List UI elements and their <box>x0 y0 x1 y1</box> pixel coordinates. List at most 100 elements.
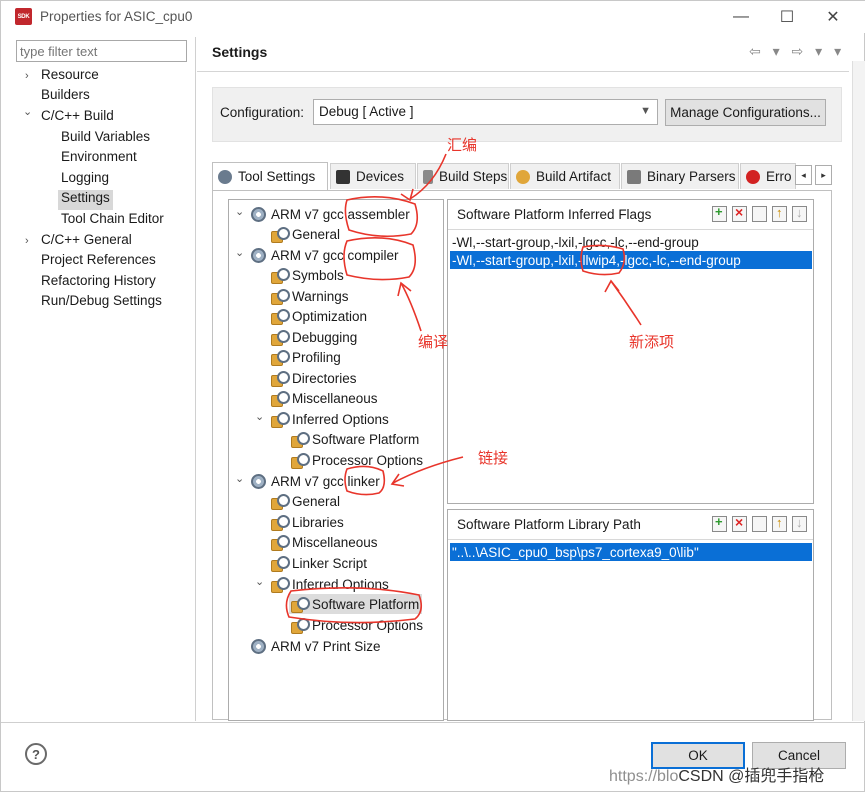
delete-icon[interactable] <box>732 204 747 222</box>
list-item-selected[interactable]: "..\..\ASIC_cpu0_bsp\ps7_cortexa9_0\lib" <box>450 543 812 561</box>
tree-item-compiler[interactable]: ARM v7 gcc compiler <box>251 245 399 265</box>
edit-icon[interactable] <box>752 206 767 222</box>
tree-item-label: Linker Script <box>292 555 368 571</box>
tree-item-refactoring-history[interactable]: Refactoring History <box>41 273 156 293</box>
tree-item-label: Symbols <box>292 267 344 283</box>
tree-item-inferred-options[interactable]: Inferred Options <box>271 409 389 429</box>
minimize-button[interactable]: — <box>730 6 752 28</box>
tree-item-label: Inferred Options <box>292 576 389 592</box>
tree-item-linker-processor-options[interactable]: Processor Options <box>291 615 423 635</box>
option-gear-icon <box>271 493 290 510</box>
chevron-down-icon[interactable]: ⌄ <box>235 205 244 218</box>
help-icon[interactable]: ? <box>25 743 47 765</box>
tree-item-profiling[interactable]: Profiling <box>271 347 341 367</box>
tab-binary-parsers[interactable]: Binary Parsers <box>621 163 739 189</box>
option-gear-icon <box>271 555 290 572</box>
tree-item-tool-chain-editor[interactable]: Tool Chain Editor <box>61 211 164 231</box>
chevron-down-icon[interactable]: ⌄ <box>255 410 264 423</box>
tree-item-cpp-build[interactable]: C/C++ Build <box>41 108 114 128</box>
tab-bar: Tool Settings Devices Build Steps Build … <box>212 162 832 191</box>
chevron-down-icon[interactable]: ⌄ <box>235 246 244 259</box>
tree-item-settings[interactable]: Settings <box>58 190 113 210</box>
option-gear-icon <box>271 390 290 407</box>
tree-item-resource[interactable]: Resource <box>41 67 99 87</box>
properties-dialog: SDK Properties for ASIC_cpu0 — ☐ ✕ › Res… <box>0 0 865 792</box>
tree-item-warnings[interactable]: Warnings <box>271 286 349 306</box>
list-item-selected[interactable]: -Wl,--start-group,-lxil,-llwip4,-lgcc,-l… <box>450 251 812 269</box>
list-item[interactable]: -Wl,--start-group,-lxil,-lgcc,-lc,--end-… <box>450 233 699 251</box>
tree-item-label: Processor Options <box>312 617 424 633</box>
tree-item-label: Debugging <box>292 329 358 345</box>
tree-item-linker-script[interactable]: Linker Script <box>271 553 367 573</box>
tab-build-artifact[interactable]: Build Artifact <box>510 163 620 189</box>
tree-item-environment[interactable]: Environment <box>61 149 137 169</box>
history-navigation-icons[interactable]: ⇦ ▾ ⇨ ▾ ▾ <box>749 43 845 60</box>
move-up-icon[interactable] <box>772 205 787 222</box>
close-button[interactable]: ✕ <box>822 6 844 28</box>
tree-item-cpp-general[interactable]: C/C++ General <box>41 232 132 252</box>
tab-label: Erro <box>766 169 792 184</box>
move-up-icon[interactable] <box>772 515 787 532</box>
chevron-right-icon[interactable]: › <box>25 70 29 82</box>
tree-item-linker-general[interactable]: General <box>271 491 340 511</box>
tree-item-label: ARM v7 gcc compiler <box>271 247 399 263</box>
tree-item-build-variables[interactable]: Build Variables <box>61 129 150 149</box>
tree-item-linker-software-platform[interactable]: Software Platform <box>289 594 423 614</box>
add-icon[interactable] <box>712 204 727 222</box>
tree-item-logging[interactable]: Logging <box>61 170 109 190</box>
tab-devices[interactable]: Devices <box>330 163 416 189</box>
tab-build-steps[interactable]: Build Steps <box>417 163 509 189</box>
tree-item-miscellaneous[interactable]: Miscellaneous <box>271 388 378 408</box>
tree-item-linker[interactable]: ARM v7 gcc linker <box>251 471 380 491</box>
option-gear-icon <box>291 452 310 469</box>
tree-item-debugging[interactable]: Debugging <box>271 327 357 347</box>
tree-item-project-references[interactable]: Project References <box>41 252 156 272</box>
tool-gear-icon <box>251 206 266 222</box>
tree-item-label: ARM v7 Print Size <box>271 638 381 654</box>
tree-item-processor-options[interactable]: Processor Options <box>291 450 423 470</box>
tree-item-label: Processor Options <box>312 452 424 468</box>
tab-tool-settings[interactable]: Tool Settings <box>212 162 328 190</box>
option-gear-icon <box>271 349 290 366</box>
move-down-icon[interactable] <box>792 515 807 532</box>
tree-item-directories[interactable]: Directories <box>271 368 357 388</box>
tab-scroll-right-button[interactable]: ▸ <box>815 165 832 185</box>
tree-item-label: Libraries <box>292 514 344 530</box>
configuration-select[interactable]: Debug [ Active ] ▼ <box>313 99 658 125</box>
edit-icon[interactable] <box>752 516 767 532</box>
tab-error-parsers[interactable]: Erro <box>740 163 796 189</box>
manage-configurations-button[interactable]: Manage Configurations... <box>665 99 826 126</box>
tab-scroll-left-button[interactable]: ◂ <box>795 165 812 185</box>
add-icon[interactable] <box>712 514 727 532</box>
tree-item-run-debug-settings[interactable]: Run/Debug Settings <box>41 293 162 313</box>
tree-item-label: Warnings <box>292 288 349 304</box>
list-toolbar <box>712 514 807 532</box>
option-gear-icon <box>291 596 310 613</box>
annotation-new-item: 新添项 <box>629 333 675 351</box>
tree-item-linker-miscellaneous[interactable]: Miscellaneous <box>271 532 378 552</box>
tree-item-linker-inferred-options[interactable]: Inferred Options <box>271 574 389 594</box>
chevron-down-icon[interactable]: ⌄ <box>255 575 264 588</box>
sash-divider[interactable] <box>195 37 196 721</box>
tree-item-print-size[interactable]: ARM v7 Print Size <box>251 636 381 656</box>
tree-item-software-platform[interactable]: Software Platform <box>291 429 419 449</box>
delete-icon[interactable] <box>732 514 747 532</box>
chevron-down-icon[interactable]: ⌄ <box>235 472 244 485</box>
tool-gear-icon <box>251 247 266 263</box>
tree-item-libraries[interactable]: Libraries <box>271 512 344 532</box>
tree-item-assembler-general[interactable]: General <box>271 224 340 244</box>
tree-item-label: ARM v7 gcc assembler <box>271 206 410 222</box>
chevron-right-icon[interactable]: › <box>25 235 29 247</box>
tree-item-builders[interactable]: Builders <box>41 87 90 107</box>
chevron-down-icon[interactable]: ⌄ <box>23 105 32 118</box>
tab-label: Binary Parsers <box>647 169 736 184</box>
tree-item-label: Miscellaneous <box>292 390 378 406</box>
tab-label: Tool Settings <box>238 169 316 184</box>
tree-item-assembler[interactable]: ARM v7 gcc assembler <box>251 204 410 224</box>
tree-item-optimization[interactable]: Optimization <box>271 306 367 326</box>
maximize-button[interactable]: ☐ <box>776 6 798 28</box>
tree-item-symbols[interactable]: Symbols <box>271 265 344 285</box>
filter-input[interactable] <box>16 40 187 62</box>
move-down-icon[interactable] <box>792 205 807 222</box>
tab-label: Build Steps <box>439 169 508 184</box>
